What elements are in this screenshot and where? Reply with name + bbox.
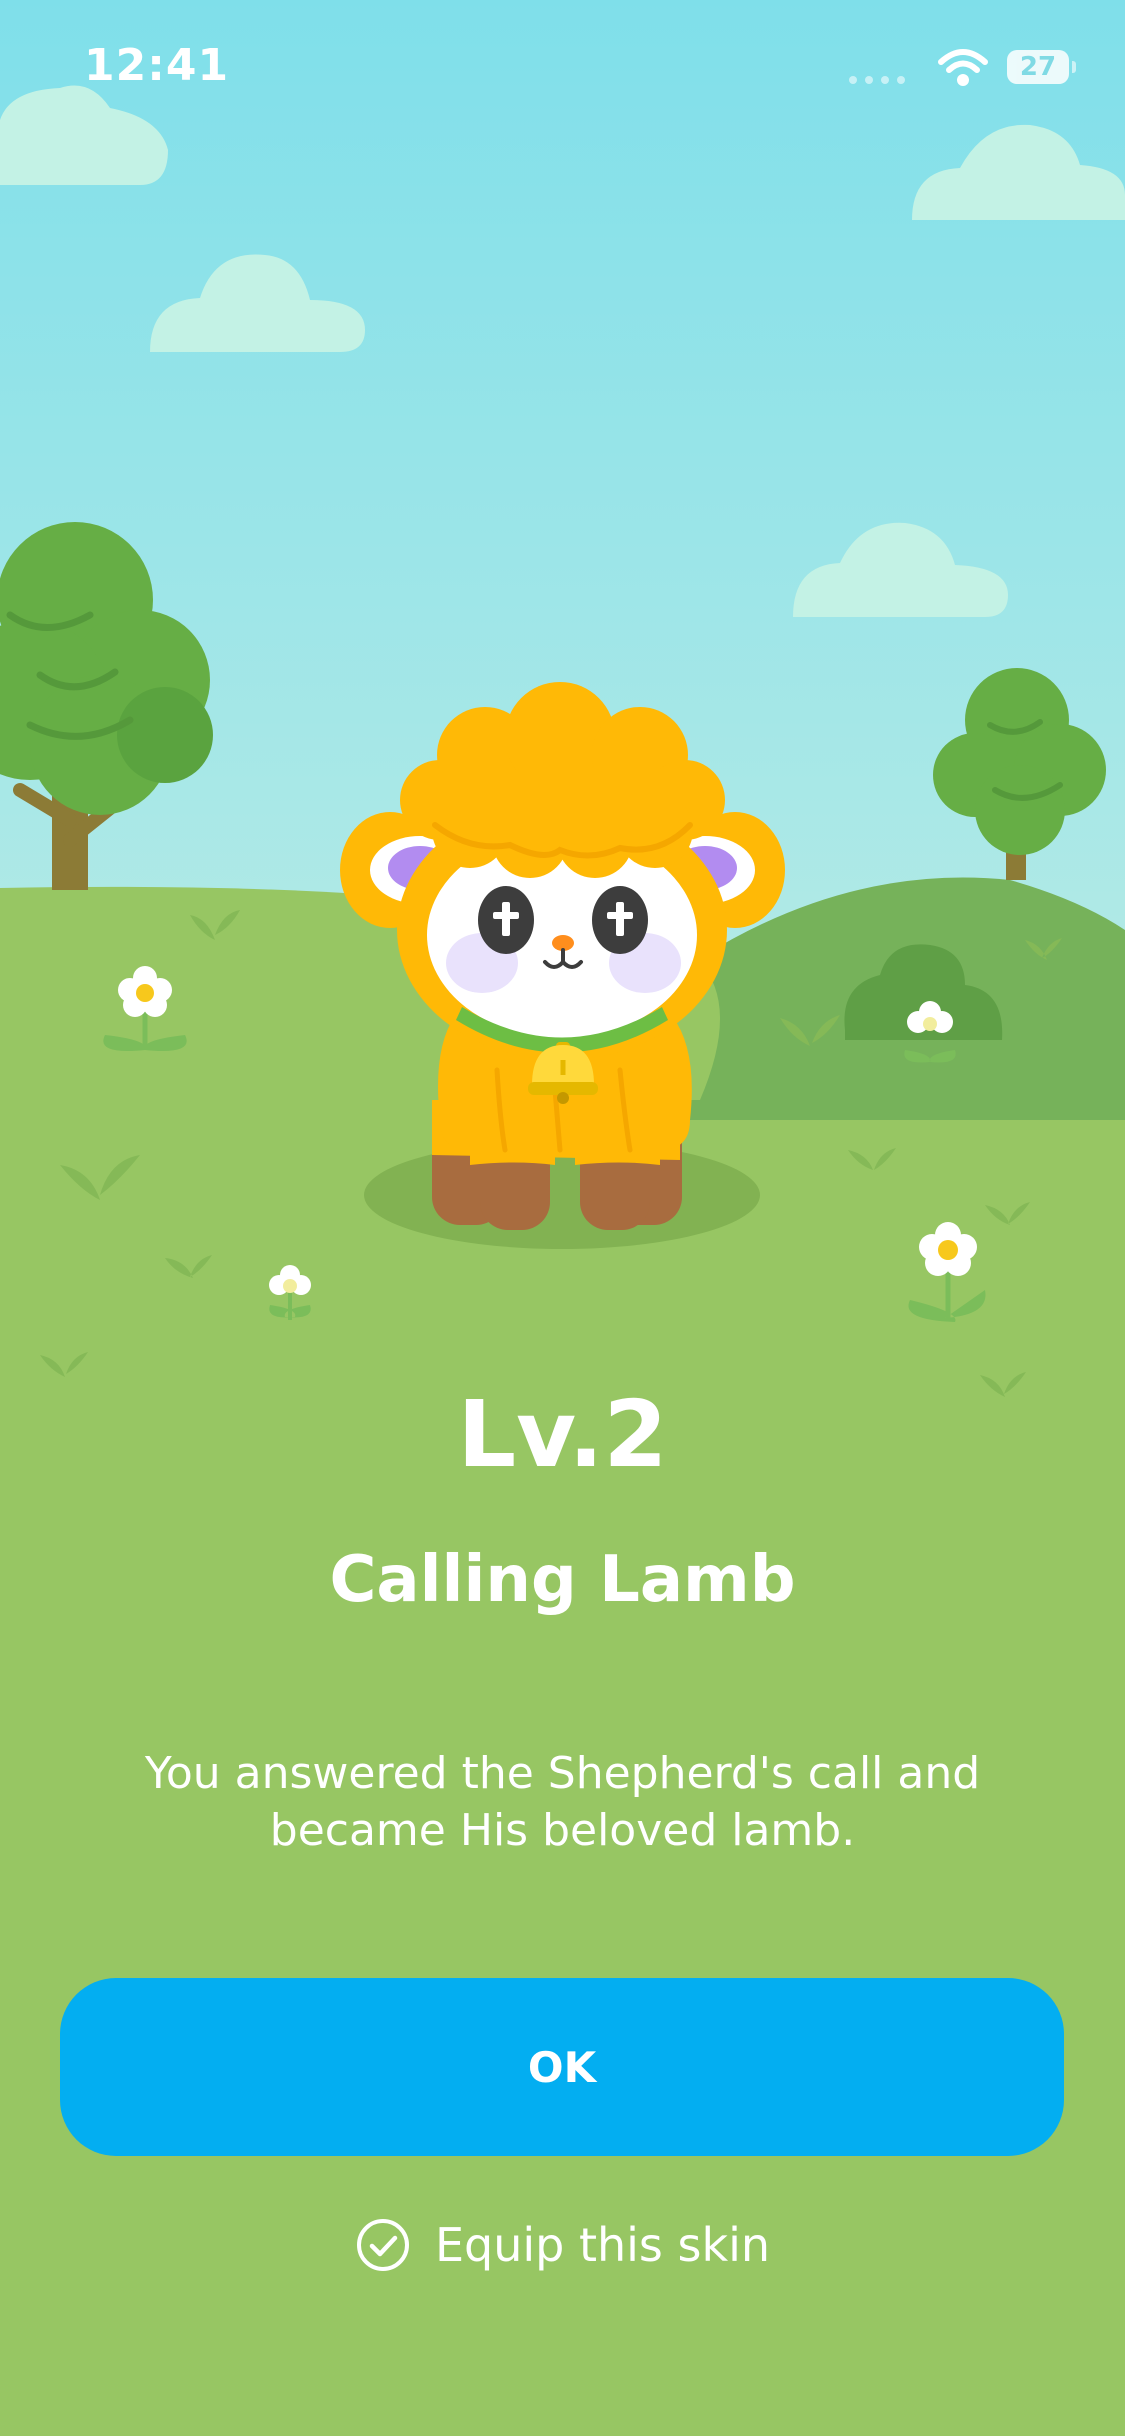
skin-name: Calling Lamb xyxy=(329,1543,796,1617)
flower-icon xyxy=(269,1265,311,1320)
description-line: You answered the Shepherd's call and xyxy=(144,1748,981,1799)
equip-skin-toggle[interactable]: Equip this skin xyxy=(0,2215,1125,2275)
description-line: became His beloved lamb. xyxy=(269,1805,856,1856)
status-indicators: 27 xyxy=(849,48,1089,88)
check-circle-icon xyxy=(356,2219,409,2271)
flower-icon xyxy=(908,1222,986,1322)
level-label: Lv.2 xyxy=(457,1381,668,1488)
wifi-icon xyxy=(938,49,988,86)
ok-button[interactable]: OK xyxy=(60,1978,1064,2156)
skin-description: You answered the Shepherd's call and bec… xyxy=(110,1745,1015,1859)
status-time: 12:41 xyxy=(84,40,230,91)
battery-icon: 27 xyxy=(1007,50,1076,84)
signal-icon xyxy=(849,76,905,84)
battery-level: 27 xyxy=(1019,52,1057,82)
equip-skin-label: Equip this skin xyxy=(434,2218,771,2272)
